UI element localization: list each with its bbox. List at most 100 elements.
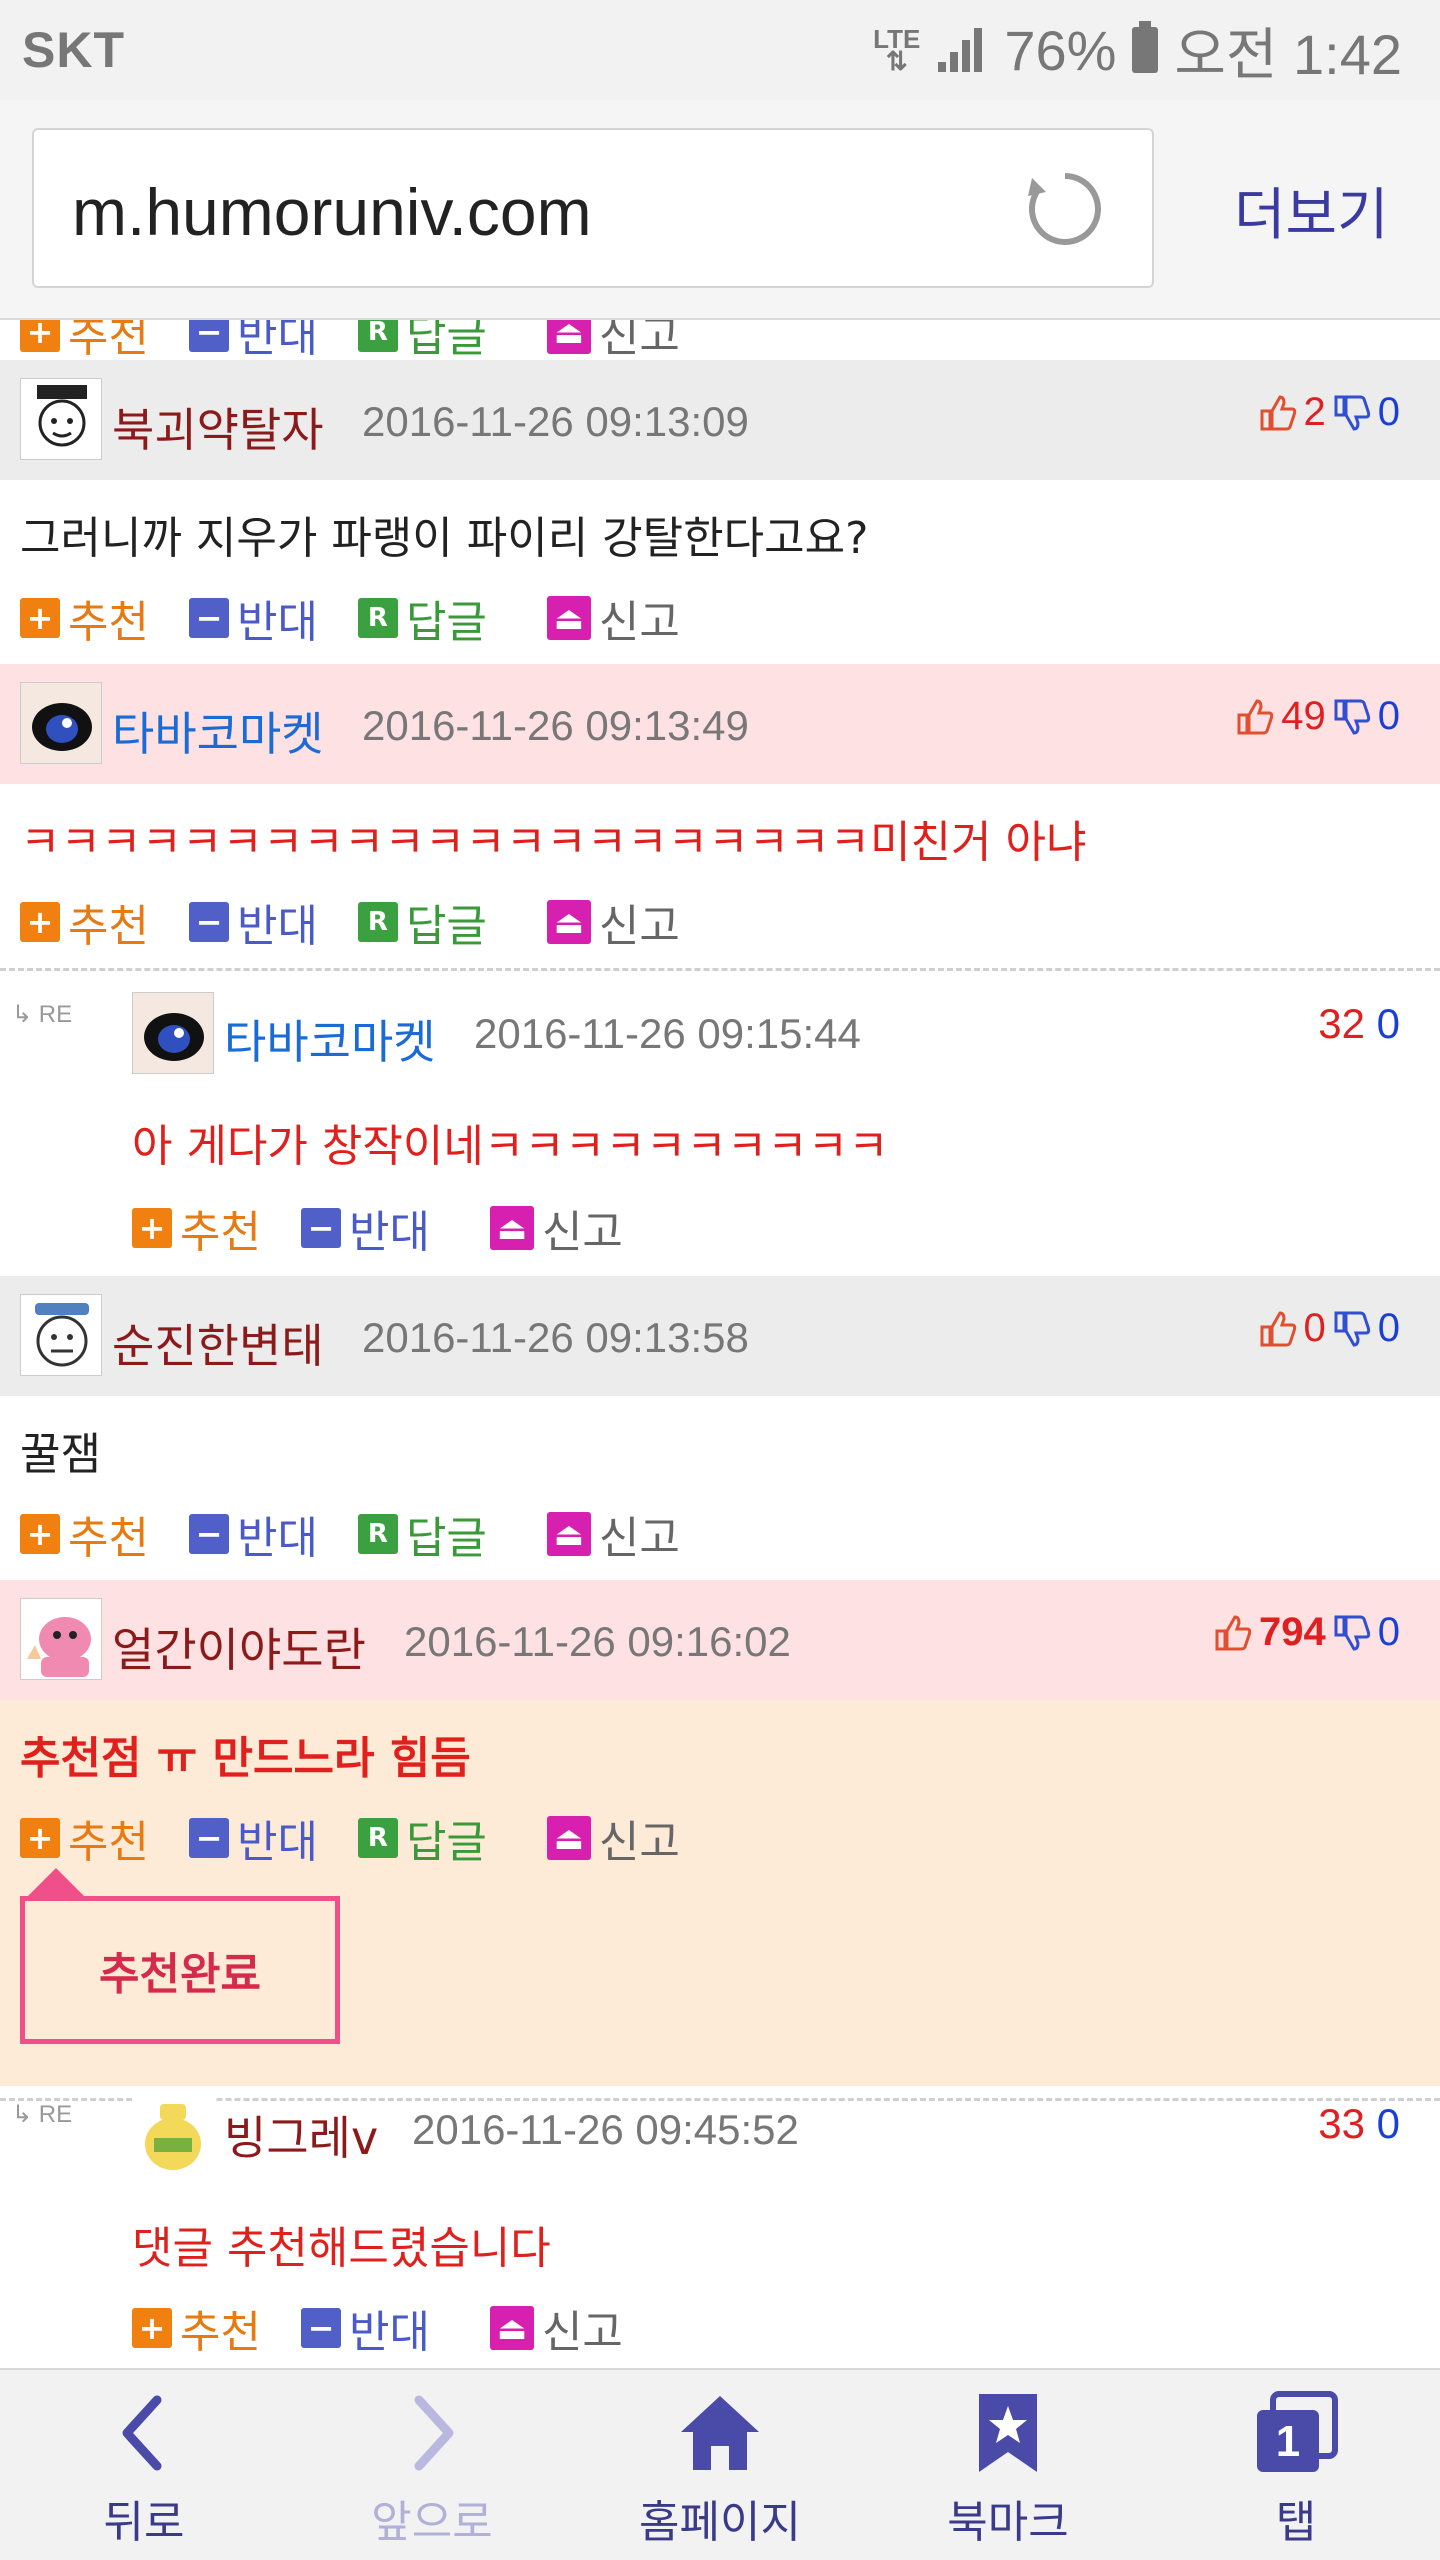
reply-button[interactable]: R 답글 (357, 320, 487, 364)
divider (0, 968, 1440, 971)
popup-arrow (28, 1868, 84, 1896)
comment-list: + 추천 − 반대 R 답글 ⏏ 신고 북괴약탈자 2016-11-26 09:13:0… (0, 320, 1440, 2368)
comment-header: 순진한변태 2016-11-26 09:13:58 0 0 (0, 1276, 1440, 1396)
reply-button[interactable]: R 답글 (357, 586, 487, 650)
avatar[interactable] (20, 1294, 102, 1376)
nav-label: 뒤로 (103, 2497, 185, 2548)
more-button[interactable]: 더보기 (1234, 170, 1389, 251)
upvote-count: 2 (1303, 390, 1326, 434)
comment-votes: 0 0 (1258, 1306, 1400, 1351)
tabs-icon: 1 (1257, 2391, 1338, 2472)
thumbs-up-icon (1237, 698, 1274, 734)
comment-actions: + 추천 − 반대 R 답글 ⏏ 신고 (20, 1806, 720, 1870)
comment-author[interactable]: 타바코마켓 (112, 698, 324, 764)
comment-header: 얼간이야도란 2016-11-26 09:16:02 794 0 (0, 1580, 1440, 1700)
recommend-button[interactable]: + 추천 (20, 890, 149, 954)
clock: 오전 1:42 (1174, 22, 1402, 86)
nav-back[interactable]: 뒤로 (0, 2370, 288, 2560)
comment-actions: + 추천 − 반대 R 답글 ⏏ 신고 (20, 890, 720, 954)
recommend-button[interactable]: + 추천 (20, 586, 149, 650)
nav-tabs[interactable]: 1 탭 (1152, 2370, 1440, 2560)
comment-text: 그러니까 지우가 파랭이 파이리 강탈한다고요? (20, 513, 869, 564)
recommend-button[interactable]: + 추천 (132, 2296, 261, 2360)
downvote-count: 0 (1377, 1306, 1400, 1350)
comment-votes: 794 0 (1213, 1610, 1400, 1655)
avatar[interactable] (20, 1598, 102, 1680)
comment-header: 타바코마켓 2016-11-26 09:13:49 49 0 (0, 664, 1440, 784)
avatar[interactable] (132, 992, 214, 1074)
lte-icon: LTE ⇅ (873, 24, 921, 76)
comment-votes: 2 0 (1258, 390, 1400, 435)
comment-date: 2016-11-26 09:13:49 (362, 702, 749, 749)
report-button[interactable]: ⏏ 신고 (546, 890, 680, 954)
downvote-count: 0 (1377, 390, 1400, 434)
report-button[interactable]: ⏏ 신고 (546, 320, 680, 364)
address-bar[interactable]: m.humoruniv.com (32, 128, 1154, 288)
downvote-count: 0 (1376, 2100, 1400, 2147)
recommend-button[interactable]: + 추천 (20, 1502, 149, 1566)
url-text[interactable]: m.humoruniv.com (72, 174, 592, 250)
svg-text:1: 1 (1276, 2417, 1300, 2466)
nav-label: 탭 (1275, 2497, 1317, 2548)
oppose-button[interactable]: − 반대 (300, 1196, 430, 1260)
comment-votes: 49 0 (1235, 694, 1400, 739)
report-button[interactable]: ⏏ 신고 (546, 1806, 680, 1870)
oppose-button[interactable]: − 반대 (188, 1502, 318, 1566)
reply-author[interactable]: 빙그레v (224, 2102, 378, 2168)
nav-label: 북마크 (947, 2497, 1069, 2548)
oppose-button[interactable]: − 반대 (188, 890, 318, 954)
thumbs-up-icon (1215, 1614, 1252, 1650)
upvote-count: 49 (1281, 694, 1326, 738)
recommend-button[interactable]: + 추천 (20, 1806, 149, 1870)
browser-toolbar: m.humoruniv.com 더보기 (0, 100, 1440, 320)
signal-icon (938, 28, 983, 72)
thumbs-up-icon (1260, 1310, 1296, 1346)
comment-text: 꿀잼 (20, 1429, 101, 1480)
oppose-button[interactable]: − 반대 (188, 1806, 318, 1870)
nav-label: 홈페이지 (639, 2497, 801, 2548)
reply-button[interactable]: R 답글 (357, 1502, 487, 1566)
bottom-navigation: 뒤로 앞으로 홈페이지 북마크 1 탭 (0, 2368, 1440, 2560)
nav-bookmark[interactable]: 북마크 (864, 2370, 1152, 2560)
avatar[interactable] (20, 378, 102, 460)
nav-forward[interactable]: 앞으로 (288, 2370, 576, 2560)
comment-date: 2016-11-26 09:13:09 (362, 398, 749, 445)
reply-actions: + 추천 − 반대 ⏏ 신고 (132, 1196, 663, 1260)
battery-icon (1132, 21, 1159, 73)
oppose-button[interactable]: − 반대 (188, 586, 318, 650)
reply-button[interactable]: R 답글 (357, 890, 487, 954)
recommend-button[interactable]: + 추천 (20, 320, 149, 364)
comment-actions: + 추천 − 반대 R 답글 ⏏ 신고 (20, 1502, 720, 1566)
comment-date: 2016-11-26 09:16:02 (404, 1618, 791, 1665)
comment-author[interactable]: 순진한변태 (112, 1310, 324, 1376)
report-button[interactable]: ⏏ 신고 (489, 1196, 623, 1260)
recommend-button[interactable]: + 추천 (132, 1196, 261, 1260)
comment-actions-partial: + 추천 − 반대 R 답글 ⏏ 신고 (20, 320, 720, 364)
comment-date: 2016-11-26 09:13:58 (362, 1314, 749, 1361)
recommend-complete-popup: 추천완료 (20, 1896, 340, 2044)
reply-button[interactable]: R 답글 (357, 1806, 487, 1870)
thumbs-down-icon (1334, 1615, 1370, 1651)
nav-home[interactable]: 홈페이지 (576, 2370, 864, 2560)
reply-votes: 33 0 (1318, 2100, 1400, 2148)
reload-icon[interactable] (1024, 168, 1106, 250)
report-button[interactable]: ⏏ 신고 (546, 586, 680, 650)
oppose-button[interactable]: − 반대 (300, 2296, 430, 2360)
comment-header: 북괴약탈자 2016-11-26 09:13:09 2 0 (0, 360, 1440, 480)
status-bar: SKT LTE ⇅ 76% 오전 1:42 (0, 0, 1440, 100)
thumbs-down-icon (1334, 395, 1370, 431)
reply-text: 아 게다가 창작이네ㅋㅋㅋㅋㅋㅋㅋㅋㅋㅋ (132, 1121, 889, 1172)
avatar[interactable] (20, 682, 102, 764)
report-button[interactable]: ⏏ 신고 (489, 2296, 623, 2360)
comment-author[interactable]: 얼간이야도란 (112, 1614, 366, 1680)
comment-author[interactable]: 북괴약탈자 (112, 394, 324, 460)
reply-indicator: ↳ RE (12, 2101, 73, 2128)
oppose-button[interactable]: − 반대 (188, 320, 318, 364)
reply-author[interactable]: 타바코마켓 (224, 1006, 436, 1072)
battery-percent: 76% (1004, 18, 1117, 82)
avatar[interactable] (132, 2094, 214, 2176)
nav-label: 앞으로 (371, 2497, 493, 2548)
reply-text: 댓글 추천해드렸습니다 (132, 2223, 551, 2274)
report-button[interactable]: ⏏ 신고 (546, 1502, 680, 1566)
reply-actions: + 추천 − 반대 ⏏ 신고 (132, 2296, 663, 2360)
